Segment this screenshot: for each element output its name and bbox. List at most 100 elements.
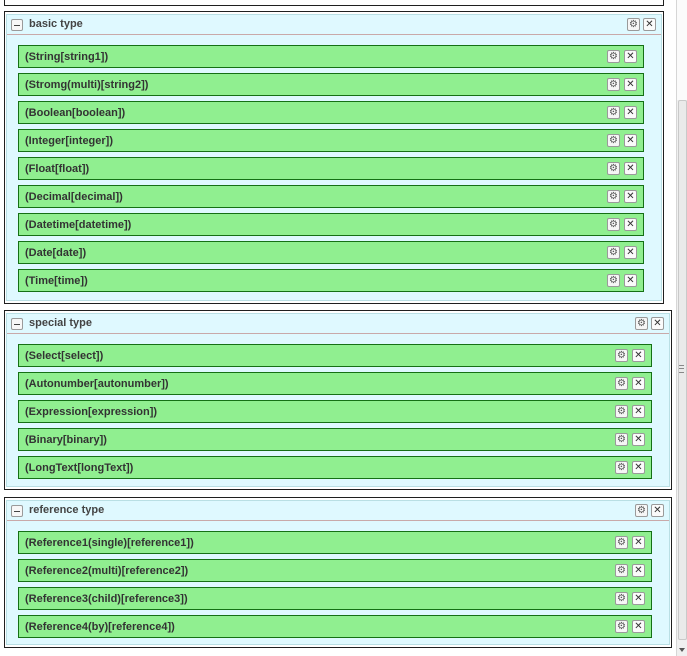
field-label: (Float[float]) [25,163,90,175]
field-close-icon[interactable]: ✕ [624,246,637,259]
panel-title: special type [29,317,92,329]
field-label: (Boolean[boolean]) [25,107,126,119]
field-row[interactable]: (Date[date]) ⚙ ✕ [18,241,644,264]
field-label: (Reference4(by)[reference4]) [25,621,175,633]
field-close-icon[interactable]: ✕ [632,592,645,605]
field-close-icon[interactable]: ✕ [632,536,645,549]
field-settings-gear-icon[interactable]: ⚙ [607,274,620,287]
field-row[interactable]: (Float[float]) ⚙ ✕ [18,157,644,180]
field-settings-gear-icon[interactable]: ⚙ [615,592,628,605]
field-settings-gear-icon[interactable]: ⚙ [615,433,628,446]
field-row[interactable]: (Integer[integer]) ⚙ ✕ [18,129,644,152]
field-close-icon[interactable]: ✕ [624,162,637,175]
field-row[interactable]: (Autonumber[autonumber]) ⚙ ✕ [18,372,652,395]
field-close-icon[interactable]: ✕ [632,461,645,474]
field-settings-gear-icon[interactable]: ⚙ [607,162,620,175]
field-settings-gear-icon[interactable]: ⚙ [615,536,628,549]
field-close-icon[interactable]: ✕ [624,106,637,119]
field-label: (Decimal[decimal]) [25,191,123,203]
field-label: (Reference2(multi)[reference2]) [25,565,189,577]
field-close-icon[interactable]: ✕ [632,564,645,577]
field-close-icon[interactable]: ✕ [624,50,637,63]
field-close-icon[interactable]: ✕ [624,274,637,287]
field-close-icon[interactable]: ✕ [632,620,645,633]
panel-title: reference type [29,504,105,516]
field-row[interactable]: (Stromg(multi)[string2]) ⚙ ✕ [18,73,644,96]
field-settings-gear-icon[interactable]: ⚙ [607,106,620,119]
panel-header: special type ⚙ ✕ [7,314,669,334]
field-settings-gear-icon[interactable]: ⚙ [615,405,628,418]
collapse-icon[interactable] [11,19,23,31]
field-settings-gear-icon[interactable]: ⚙ [615,377,628,390]
previous-panel-edge [4,0,664,6]
field-label: (Integer[integer]) [25,135,113,147]
field-group-panel: special type ⚙ ✕ (Select[select]) ⚙ ✕ (Autonum… [4,310,672,490]
field-label: (Datetime[datetime]) [25,219,132,231]
panel-close-icon[interactable]: ✕ [651,317,664,330]
field-label: (Date[date]) [25,247,87,259]
field-close-icon[interactable]: ✕ [624,78,637,91]
panel-body: (Select[select]) ⚙ ✕ (Autonumber[autonumber… [15,334,665,480]
field-settings-gear-icon[interactable]: ⚙ [607,218,620,231]
field-row[interactable]: (String[string1]) ⚙ ✕ [18,45,644,68]
panel-header: reference type ⚙ ✕ [7,501,669,521]
field-settings-gear-icon[interactable]: ⚙ [615,620,628,633]
field-label: (String[string1]) [25,51,109,63]
field-label: (Time[time]) [25,275,88,287]
field-label: (Reference1(single)[reference1]) [25,537,194,549]
field-settings-gear-icon[interactable]: ⚙ [607,78,620,91]
panel-inner: special type ⚙ ✕ (Select[select]) ⚙ ✕ (Autonum… [6,313,670,487]
field-row[interactable]: (Reference4(by)[reference4]) ⚙ ✕ [18,615,652,638]
field-row[interactable]: (Time[time]) ⚙ ✕ [18,269,644,292]
field-row[interactable]: (Decimal[decimal]) ⚙ ✕ [18,185,644,208]
field-label: (Reference3(child)[reference3]) [25,593,188,605]
field-row[interactable]: (Boolean[boolean]) ⚙ ✕ [18,101,644,124]
panel-inner: basic type ⚙ ✕ (String[string1]) ⚙ ✕ (Stromg(m… [6,14,662,301]
collapse-icon[interactable] [11,318,23,330]
field-settings-gear-icon[interactable]: ⚙ [615,349,628,362]
vertical-scrollbar[interactable] [676,0,687,656]
panel-settings-gear-icon[interactable]: ⚙ [635,504,648,517]
panel-inner: reference type ⚙ ✕ (Reference1(single)[refe… [6,500,670,645]
field-label: (Select[select]) [25,350,104,362]
scrollbar-grip-icon [679,365,684,373]
field-settings-gear-icon[interactable]: ⚙ [615,564,628,577]
field-row[interactable]: (Expression[expression]) ⚙ ✕ [18,400,652,423]
field-label: (Autonumber[autonumber]) [25,378,169,390]
scrollbar-track[interactable] [677,0,687,100]
field-close-icon[interactable]: ✕ [632,433,645,446]
field-settings-gear-icon[interactable]: ⚙ [607,190,620,203]
field-close-icon[interactable]: ✕ [632,405,645,418]
panel-body: (Reference1(single)[reference1]) ⚙ ✕ (Refer… [15,521,665,638]
scroll-down-arrow-icon[interactable] [679,648,685,652]
panel-header: basic type ⚙ ✕ [7,15,661,35]
field-row[interactable]: (LongText[longText]) ⚙ ✕ [18,456,652,479]
field-label: (Binary[binary]) [25,434,107,446]
field-row[interactable]: (Reference2(multi)[reference2]) ⚙ ✕ [18,559,652,582]
field-close-icon[interactable]: ✕ [624,218,637,231]
field-row[interactable]: (Binary[binary]) ⚙ ✕ [18,428,652,451]
field-group-panel: reference type ⚙ ✕ (Reference1(single)[refe… [4,497,672,648]
field-settings-gear-icon[interactable]: ⚙ [607,134,620,147]
panel-settings-gear-icon[interactable]: ⚙ [635,317,648,330]
panel-body: (String[string1]) ⚙ ✕ (Stromg(multi)[string… [15,35,657,294]
field-label: (Stromg(multi)[string2]) [25,79,149,91]
field-close-icon[interactable]: ✕ [632,377,645,390]
panel-settings-gear-icon[interactable]: ⚙ [627,18,640,31]
field-close-icon[interactable]: ✕ [624,190,637,203]
field-row[interactable]: (Select[select]) ⚙ ✕ [18,344,652,367]
field-settings-gear-icon[interactable]: ⚙ [615,461,628,474]
field-row[interactable]: (Datetime[datetime]) ⚙ ✕ [18,213,644,236]
panel-title: basic type [29,18,83,30]
field-row[interactable]: (Reference3(child)[reference3]) ⚙ ✕ [18,587,652,610]
panel-close-icon[interactable]: ✕ [651,504,664,517]
field-settings-gear-icon[interactable]: ⚙ [607,50,620,63]
field-group-panel: basic type ⚙ ✕ (String[string1]) ⚙ ✕ (Stromg(m… [4,11,664,304]
field-close-icon[interactable]: ✕ [624,134,637,147]
field-row[interactable]: (Reference1(single)[reference1]) ⚙ ✕ [18,531,652,554]
panel-close-icon[interactable]: ✕ [643,18,656,31]
collapse-icon[interactable] [11,505,23,517]
field-settings-gear-icon[interactable]: ⚙ [607,246,620,259]
field-close-icon[interactable]: ✕ [632,349,645,362]
field-label: (Expression[expression]) [25,406,158,418]
